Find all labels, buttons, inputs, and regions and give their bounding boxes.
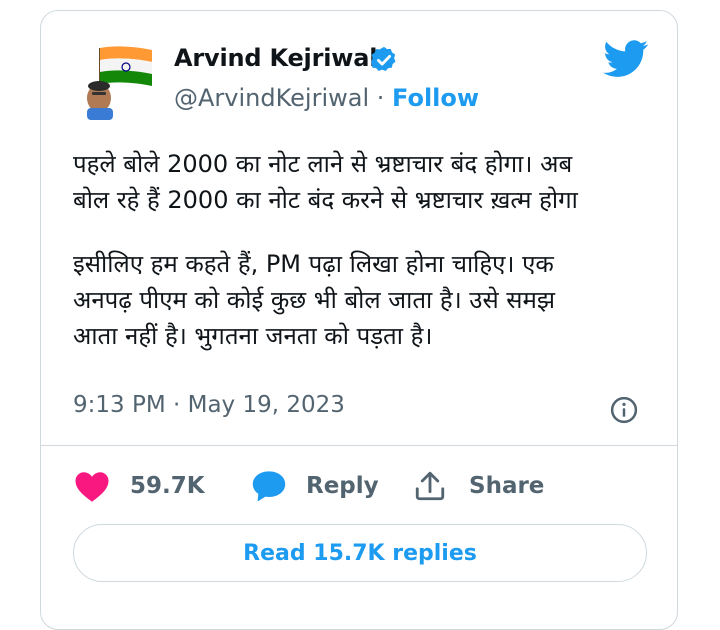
reply-bubble-icon	[250, 469, 288, 503]
tweet-timestamp[interactable]: 9:13 PM · May 19, 2023	[73, 392, 345, 418]
verified-badge-icon	[369, 45, 399, 75]
tweet-line: आता नहीं है। भुगतना जनता को पड़ता है।	[73, 322, 433, 350]
tweet-text: पहले बोले 2000 का नोट लाने से भ्रष्टाचार…	[73, 146, 653, 354]
tweet-line: बोल रहे हैं 2000 का नोट बंद करने से भ्रष…	[73, 186, 578, 214]
handle-separator: ·	[376, 84, 385, 112]
handle-row: @ArvindKejriwal · Follow	[174, 84, 479, 112]
tweet-line: पहले बोले 2000 का नोट लाने से भ्रष्टाचार…	[73, 150, 573, 178]
reply-label: Reply	[306, 473, 379, 499]
like-count: 59.7K	[130, 473, 205, 499]
tweet-line: अनपढ़ पीएम को कोई कुछ भी बोल जाता है। उस…	[73, 286, 556, 314]
author-handle[interactable]: @ArvindKejriwal	[174, 84, 369, 112]
like-button[interactable]: 59.7K	[74, 466, 205, 506]
reply-button[interactable]: Reply	[250, 466, 379, 506]
share-label: Share	[469, 473, 545, 499]
read-replies-button[interactable]: Read 15.7K replies	[73, 524, 647, 582]
info-icon[interactable]	[609, 395, 639, 425]
avatar[interactable]	[72, 42, 158, 120]
follow-button[interactable]: Follow	[392, 84, 479, 112]
tweet-line: इसीलिए हम कहते हैं, PM पढ़ा लिखा होना चा…	[73, 250, 554, 278]
twitter-bird-icon[interactable]	[603, 40, 649, 78]
divider	[40, 445, 678, 446]
share-button[interactable]: Share	[413, 466, 544, 506]
share-icon	[413, 469, 447, 503]
heart-icon	[74, 469, 110, 503]
author-name[interactable]: Arvind Kejriwal	[174, 44, 377, 72]
